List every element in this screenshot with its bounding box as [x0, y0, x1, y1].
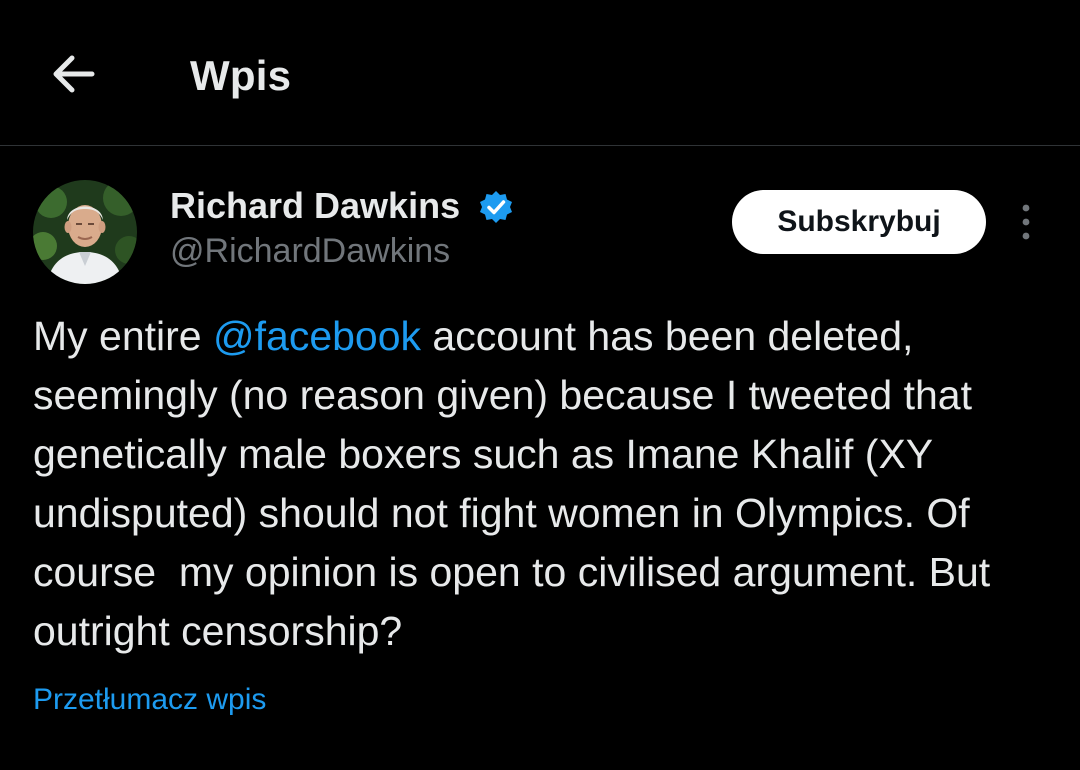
top-bar: Wpis	[0, 0, 1080, 146]
post-page: Wpis Richard Dawkins @RichardDawkins Sub…	[0, 0, 1080, 770]
avatar[interactable]	[33, 180, 137, 284]
tweet-text-part: My entire	[33, 313, 213, 359]
author-handle[interactable]: @RichardDawkins	[170, 232, 450, 271]
more-vertical-icon	[1022, 204, 1030, 240]
translate-post-link[interactable]: Przetłumacz wpis	[33, 683, 266, 717]
verified-badge-icon	[480, 191, 512, 223]
author-display-name[interactable]: Richard Dawkins	[170, 185, 460, 227]
more-options-button[interactable]	[1008, 202, 1044, 242]
mention-link-facebook[interactable]: @facebook	[213, 313, 421, 359]
tweet-text: My entire @facebook account has been del…	[33, 307, 1043, 661]
page-title: Wpis	[190, 52, 292, 99]
tweet-text-part: account has been deleted, seemingly (no …	[33, 313, 1002, 654]
subscribe-button[interactable]: Subskrybuj	[732, 190, 986, 254]
avatar-photo	[33, 180, 137, 284]
back-button[interactable]	[46, 50, 102, 98]
arrow-left-icon	[53, 55, 95, 93]
